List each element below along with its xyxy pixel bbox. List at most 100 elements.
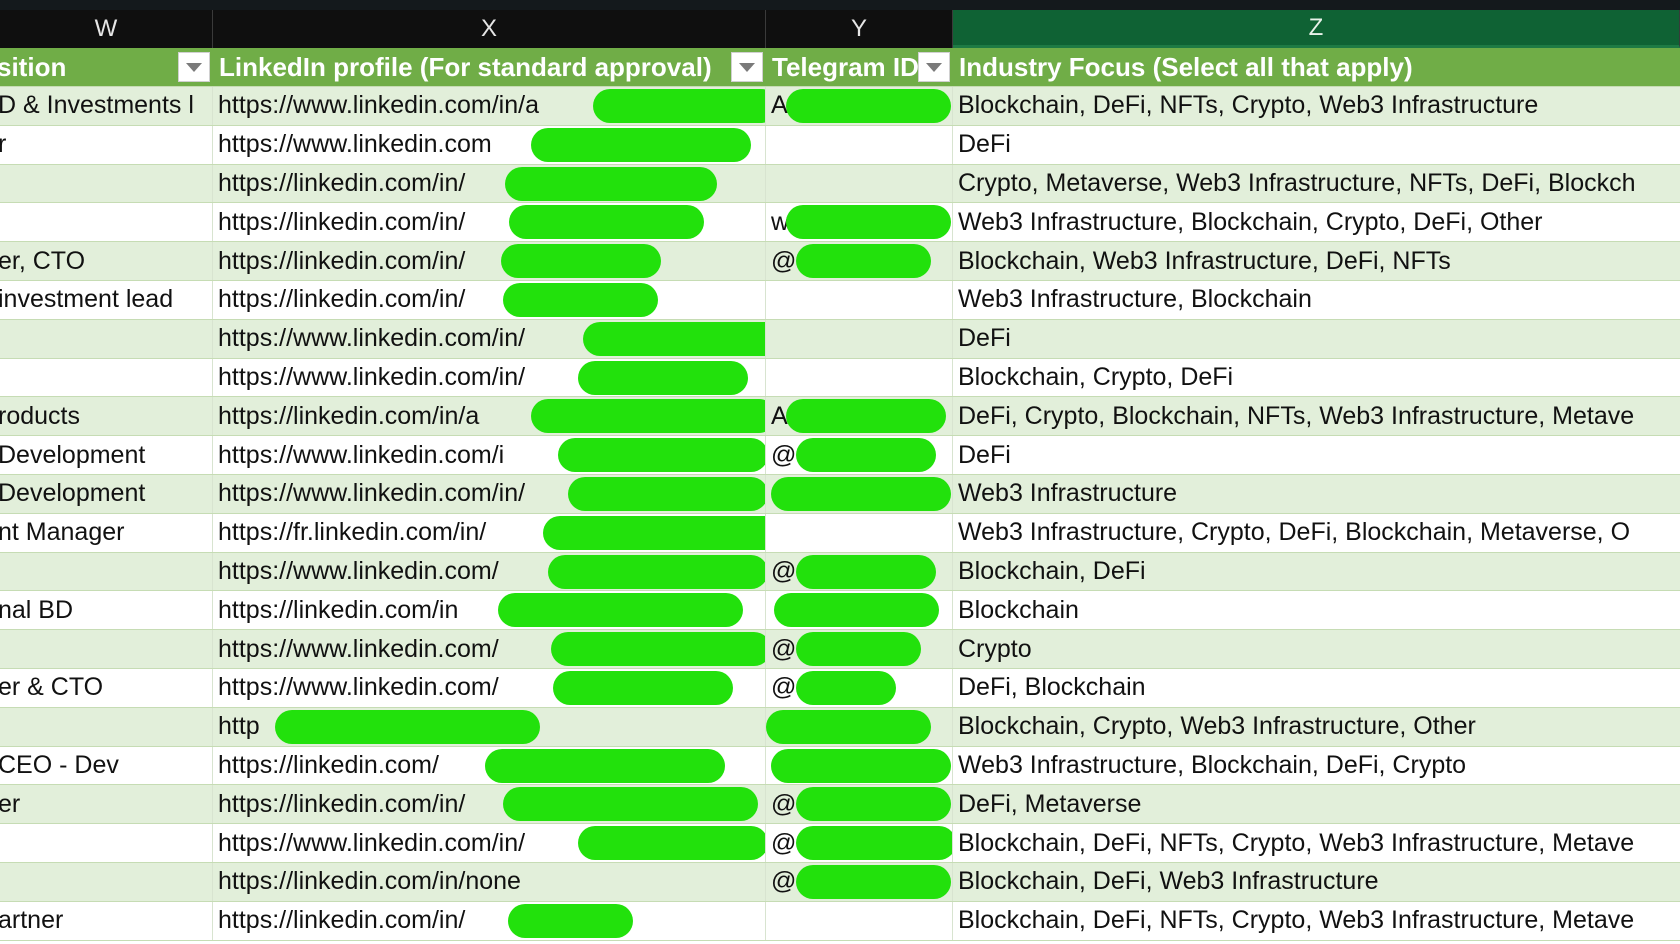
cell-telegram[interactable]: @: [766, 242, 953, 280]
cell-industry-focus[interactable]: Web3 Infrastructure, Blockchain: [953, 281, 1680, 319]
cell-industry-focus[interactable]: Web3 Infrastructure, Blockchain, DeFi, C…: [953, 747, 1680, 785]
cell-position[interactable]: nt Manager: [0, 513, 213, 552]
cell-industry-focus[interactable]: Blockchain, Web3 Infrastructure, DeFi, N…: [953, 242, 1680, 280]
cell-linkedin[interactable]: https://linkedin.com/in/none: [213, 862, 766, 901]
cell-linkedin[interactable]: http: [213, 707, 766, 746]
cell-industry-focus[interactable]: DeFi: [953, 436, 1680, 474]
column-header-z-selected[interactable]: Z: [953, 10, 1680, 48]
cell-position[interactable]: roducts: [0, 397, 213, 436]
cell-linkedin[interactable]: https://www.linkedin.com/i: [213, 436, 766, 474]
cell-linkedin[interactable]: https://www.linkedin.com/: [213, 552, 766, 591]
cell-industry-focus[interactable]: DeFi, Metaverse: [953, 785, 1680, 823]
cell-industry-focus[interactable]: Blockchain, DeFi, NFTs, Crypto, Web3 Inf…: [953, 87, 1680, 125]
cell-position[interactable]: er: [0, 785, 213, 824]
cell-telegram[interactable]: @: [766, 824, 953, 862]
cell-telegram[interactable]: [766, 125, 953, 164]
cell-position[interactable]: [0, 630, 213, 668]
cell-linkedin[interactable]: https://linkedin.com/: [213, 746, 766, 785]
cell-telegram[interactable]: @: [766, 668, 953, 707]
cell-position[interactable]: CEO - Dev: [0, 746, 213, 785]
cell-telegram[interactable]: @: [766, 785, 953, 824]
cell-position[interactable]: nal BD: [0, 591, 213, 630]
cell-position[interactable]: Development: [0, 436, 213, 474]
cell-industry-focus[interactable]: DeFi, Crypto, Blockchain, NFTs, Web3 Inf…: [953, 397, 1680, 435]
cell-industry-focus[interactable]: Blockchain, DeFi, NFTs, Crypto, Web3 Inf…: [953, 902, 1680, 940]
cell-industry-focus[interactable]: Blockchain, DeFi: [953, 553, 1680, 591]
cell-position[interactable]: [0, 164, 213, 203]
cell-telegram[interactable]: [766, 164, 953, 203]
cell-position[interactable]: [0, 862, 213, 901]
cell-linkedin[interactable]: https://linkedin.com/in: [213, 591, 766, 630]
cell-linkedin[interactable]: https://linkedin.com/in/: [213, 164, 766, 203]
cell-industry-focus[interactable]: Web3 Infrastructure, Blockchain, Crypto,…: [953, 203, 1680, 241]
cell-industry-focus[interactable]: DeFi: [953, 320, 1680, 358]
cell-industry-focus[interactable]: Blockchain, Crypto, Web3 Infrastructure,…: [953, 708, 1680, 746]
cell-linkedin[interactable]: https://fr.linkedin.com/in/: [213, 513, 766, 552]
cell-linkedin[interactable]: https://www.linkedin.com/in/: [213, 474, 766, 513]
cell-industry-focus[interactable]: DeFi, Blockchain: [953, 669, 1680, 707]
cell-position[interactable]: Development: [0, 474, 213, 513]
cell-linkedin-text: https://linkedin.com/: [218, 750, 439, 779]
cell-position[interactable]: er, CTO: [0, 242, 213, 280]
cell-linkedin[interactable]: https://linkedin.com/in/: [213, 242, 766, 280]
cell-position[interactable]: artner: [0, 901, 213, 940]
cell-linkedin[interactable]: https://www.linkedin.com/in/a: [213, 87, 766, 125]
cell-linkedin[interactable]: https://www.linkedin.com/: [213, 630, 766, 668]
cell-telegram[interactable]: [766, 707, 953, 746]
filter-dropdown-telegram[interactable]: [918, 52, 950, 82]
column-header-x[interactable]: X: [213, 10, 766, 48]
cell-telegram[interactable]: [766, 319, 953, 358]
table-body: D & Investments l https://www.linkedin.co…: [0, 87, 1680, 941]
cell-industry-focus[interactable]: DeFi: [953, 126, 1680, 164]
cell-telegram[interactable]: [766, 280, 953, 319]
cell-linkedin[interactable]: https://linkedin.com/in/: [213, 785, 766, 824]
cell-linkedin[interactable]: https://www.linkedin.com/in/: [213, 824, 766, 862]
cell-position[interactable]: [0, 552, 213, 591]
cell-telegram[interactable]: w: [766, 203, 953, 242]
redaction-mark: [275, 709, 540, 744]
cell-position[interactable]: er & CTO: [0, 668, 213, 707]
cell-linkedin[interactable]: https://linkedin.com/in/: [213, 203, 766, 242]
cell-linkedin[interactable]: https://linkedin.com/in/: [213, 901, 766, 940]
cell-telegram[interactable]: @: [766, 862, 953, 901]
cell-industry-focus[interactable]: Blockchain, DeFi, Web3 Infrastructure: [953, 863, 1680, 901]
cell-linkedin[interactable]: https://www.linkedin.com: [213, 125, 766, 164]
cell-position[interactable]: [0, 319, 213, 358]
cell-telegram[interactable]: @: [766, 552, 953, 591]
cell-industry-focus[interactable]: Crypto, Metaverse, Web3 Infrastructure, …: [953, 165, 1680, 203]
filter-dropdown-linkedin[interactable]: [731, 52, 763, 82]
cell-position[interactable]: r: [0, 125, 213, 164]
cell-position-text: nt Manager: [0, 518, 125, 547]
cell-linkedin[interactable]: https://www.linkedin.com/: [213, 668, 766, 707]
cell-linkedin[interactable]: https://linkedin.com/in/a: [213, 397, 766, 436]
cell-telegram[interactable]: [766, 901, 953, 940]
cell-linkedin[interactable]: https://www.linkedin.com/in/: [213, 358, 766, 397]
cell-position[interactable]: [0, 824, 213, 862]
cell-position[interactable]: [0, 203, 213, 242]
cell-linkedin[interactable]: https://www.linkedin.com/in/: [213, 319, 766, 358]
cell-telegram[interactable]: @: [766, 436, 953, 474]
cell-telegram[interactable]: [766, 474, 953, 513]
cell-position[interactable]: D & Investments l: [0, 87, 213, 125]
cell-industry-focus[interactable]: Web3 Infrastructure, Crypto, DeFi, Block…: [953, 514, 1680, 552]
cell-telegram[interactable]: A: [766, 397, 953, 436]
cell-industry-focus[interactable]: Blockchain, DeFi, NFTs, Crypto, Web3 Inf…: [953, 824, 1680, 862]
column-header-w[interactable]: W: [0, 10, 213, 48]
cell-telegram[interactable]: [766, 746, 953, 785]
cell-linkedin[interactable]: https://linkedin.com/in/: [213, 280, 766, 319]
cell-telegram[interactable]: [766, 591, 953, 630]
cell-industry-focus[interactable]: Blockchain, Crypto, DeFi: [953, 359, 1680, 397]
filter-dropdown-position[interactable]: [178, 52, 210, 82]
cell-telegram[interactable]: [766, 513, 953, 552]
cell-position[interactable]: [0, 707, 213, 746]
cell-position[interactable]: [0, 358, 213, 397]
cell-industry-focus[interactable]: Crypto: [953, 630, 1680, 668]
cell-industry-focus[interactable]: Web3 Infrastructure: [953, 475, 1680, 513]
cell-telegram[interactable]: @: [766, 630, 953, 668]
cell-position[interactable]: investment lead: [0, 280, 213, 319]
cell-telegram[interactable]: [766, 358, 953, 397]
cell-position-text: D & Investments l: [0, 91, 194, 120]
column-header-y[interactable]: Y: [766, 10, 953, 48]
cell-industry-focus[interactable]: Blockchain: [953, 591, 1680, 629]
cell-telegram[interactable]: A: [766, 87, 953, 125]
